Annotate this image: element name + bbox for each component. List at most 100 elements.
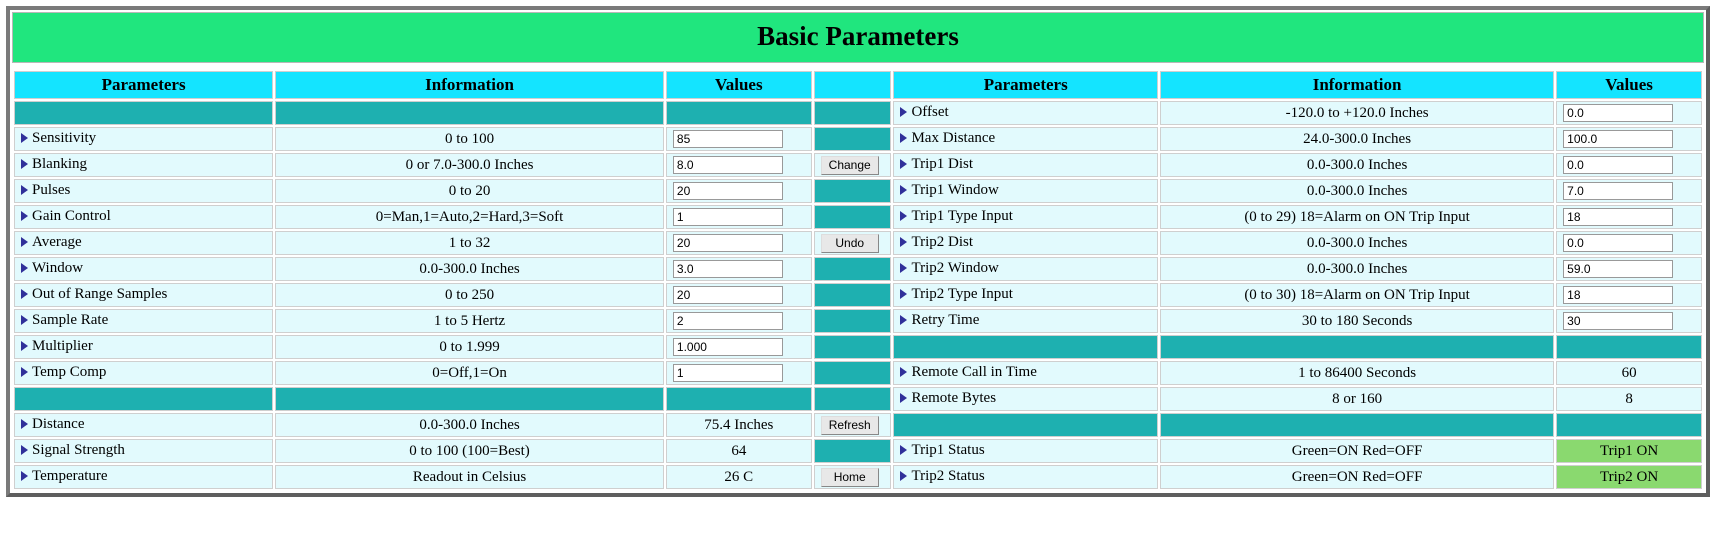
trip1-window-input[interactable] xyxy=(1563,182,1673,200)
header-values-right: Values xyxy=(1556,71,1702,99)
max-distance-link[interactable]: Max Distance xyxy=(900,130,995,147)
triangle-icon xyxy=(21,471,28,481)
info-temp-comp: 0=Off,1=On xyxy=(275,361,664,385)
param-label: Average xyxy=(32,234,82,251)
trip2-window-link[interactable]: Trip2 Window xyxy=(900,260,998,277)
trip1-dist-input[interactable] xyxy=(1563,156,1673,174)
sensitivity-link[interactable]: Sensitivity xyxy=(21,130,96,147)
trip2-type-input[interactable] xyxy=(1563,286,1673,304)
sensitivity-input[interactable] xyxy=(673,130,783,148)
average-link[interactable]: Average xyxy=(21,234,82,251)
info-trip1-type: (0 to 29) 18=Alarm on ON Trip Input xyxy=(1160,205,1554,229)
param-label: Pulses xyxy=(32,182,70,199)
trip2-type-link[interactable]: Trip2 Type Input xyxy=(900,286,1012,303)
blanking-input[interactable] xyxy=(673,156,783,174)
header-information-left: Information xyxy=(275,71,664,99)
info-distance: 0.0-300.0 Inches xyxy=(275,413,664,437)
signal-strength-link[interactable]: Signal Strength xyxy=(21,442,125,459)
change-button[interactable]: Change xyxy=(821,156,879,175)
temp-comp-input[interactable] xyxy=(673,364,783,382)
remote-call-link[interactable]: Remote Call in Time xyxy=(900,364,1036,381)
spacer-cell xyxy=(814,387,892,411)
table-row: Blanking 0 or 7.0-300.0 Inches Change Tr… xyxy=(14,153,1702,177)
retry-time-input[interactable] xyxy=(1563,312,1673,330)
window-input[interactable] xyxy=(673,260,783,278)
param-label: Multiplier xyxy=(32,338,93,355)
table-row: Average 1 to 32 Undo Trip2 Dist 0.0-300.… xyxy=(14,231,1702,255)
triangle-icon xyxy=(21,289,28,299)
trip2-status-link[interactable]: Trip2 Status xyxy=(900,468,984,485)
spacer-cell xyxy=(893,413,1158,437)
offset-input[interactable] xyxy=(1563,104,1673,122)
info-sample-rate: 1 to 5 Hertz xyxy=(275,309,664,333)
remote-bytes-link[interactable]: Remote Bytes xyxy=(900,390,996,407)
window-link[interactable]: Window xyxy=(21,260,83,277)
param-label: Trip1 Window xyxy=(911,182,998,199)
header-button-col xyxy=(814,71,892,99)
pulses-input[interactable] xyxy=(673,182,783,200)
pulses-link[interactable]: Pulses xyxy=(21,182,70,199)
param-label: Temperature xyxy=(32,468,108,485)
undo-button[interactable]: Undo xyxy=(821,234,879,253)
trip2-dist-input[interactable] xyxy=(1563,234,1673,252)
trip1-type-input[interactable] xyxy=(1563,208,1673,226)
spacer-cell xyxy=(1160,413,1554,437)
spacer-cell xyxy=(814,257,892,281)
param-label: Sensitivity xyxy=(32,130,96,147)
max-distance-input[interactable] xyxy=(1563,130,1673,148)
trip2-window-input[interactable] xyxy=(1563,260,1673,278)
spacer-cell xyxy=(814,283,892,307)
trip1-type-link[interactable]: Trip1 Type Input xyxy=(900,208,1012,225)
triangle-icon xyxy=(900,315,907,325)
sample-rate-input[interactable] xyxy=(673,312,783,330)
out-of-range-input[interactable] xyxy=(673,286,783,304)
multiplier-input[interactable] xyxy=(673,338,783,356)
offset-link[interactable]: Offset xyxy=(900,104,948,121)
trip1-status-link[interactable]: Trip1 Status xyxy=(900,442,984,459)
table-row: Sensitivity 0 to 100 Max Distance 24.0-3… xyxy=(14,127,1702,151)
gain-control-link[interactable]: Gain Control xyxy=(21,208,111,225)
temp-comp-link[interactable]: Temp Comp xyxy=(21,364,106,381)
trip1-dist-link[interactable]: Trip1 Dist xyxy=(900,156,973,173)
temperature-link[interactable]: Temperature xyxy=(21,468,108,485)
trip2-dist-link[interactable]: Trip2 Dist xyxy=(900,234,973,251)
param-label: Trip2 Window xyxy=(911,260,998,277)
spacer-cell xyxy=(1556,413,1702,437)
param-label: Window xyxy=(32,260,83,277)
distance-link[interactable]: Distance xyxy=(21,416,84,433)
sample-rate-link[interactable]: Sample Rate xyxy=(21,312,108,329)
average-input[interactable] xyxy=(673,234,783,252)
retry-time-link[interactable]: Retry Time xyxy=(900,312,979,329)
multiplier-link[interactable]: Multiplier xyxy=(21,338,93,355)
param-label: Remote Bytes xyxy=(911,390,996,407)
blanking-link[interactable]: Blanking xyxy=(21,156,87,173)
param-label: Retry Time xyxy=(911,312,979,329)
trip1-window-link[interactable]: Trip1 Window xyxy=(900,182,998,199)
info-trip1-dist: 0.0-300.0 Inches xyxy=(1160,153,1554,177)
triangle-icon xyxy=(900,445,907,455)
info-trip2-status: Green=ON Red=OFF xyxy=(1160,465,1554,489)
triangle-icon xyxy=(21,211,28,221)
triangle-icon xyxy=(21,419,28,429)
trip1-status-badge: Trip1 ON xyxy=(1556,439,1702,463)
param-label: Sample Rate xyxy=(32,312,108,329)
header-values-left: Values xyxy=(666,71,812,99)
triangle-icon xyxy=(900,211,907,221)
refresh-button[interactable]: Refresh xyxy=(821,416,879,435)
triangle-icon xyxy=(900,471,907,481)
spacer-cell xyxy=(666,101,812,125)
remote-call-value: 60 xyxy=(1556,361,1702,385)
table-row: Out of Range Samples 0 to 250 Trip2 Type… xyxy=(14,283,1702,307)
param-label: Trip2 Dist xyxy=(911,234,973,251)
header-parameters-left: Parameters xyxy=(14,71,273,99)
triangle-icon xyxy=(900,393,907,403)
info-remote-bytes: 8 or 160 xyxy=(1160,387,1554,411)
info-window: 0.0-300.0 Inches xyxy=(275,257,664,281)
info-sensitivity: 0 to 100 xyxy=(275,127,664,151)
out-of-range-link[interactable]: Out of Range Samples xyxy=(21,286,167,303)
table-row: Remote Bytes 8 or 160 8 xyxy=(14,387,1702,411)
spacer-cell xyxy=(814,179,892,203)
info-average: 1 to 32 xyxy=(275,231,664,255)
home-button[interactable]: Home xyxy=(821,468,879,487)
gain-control-input[interactable] xyxy=(673,208,783,226)
